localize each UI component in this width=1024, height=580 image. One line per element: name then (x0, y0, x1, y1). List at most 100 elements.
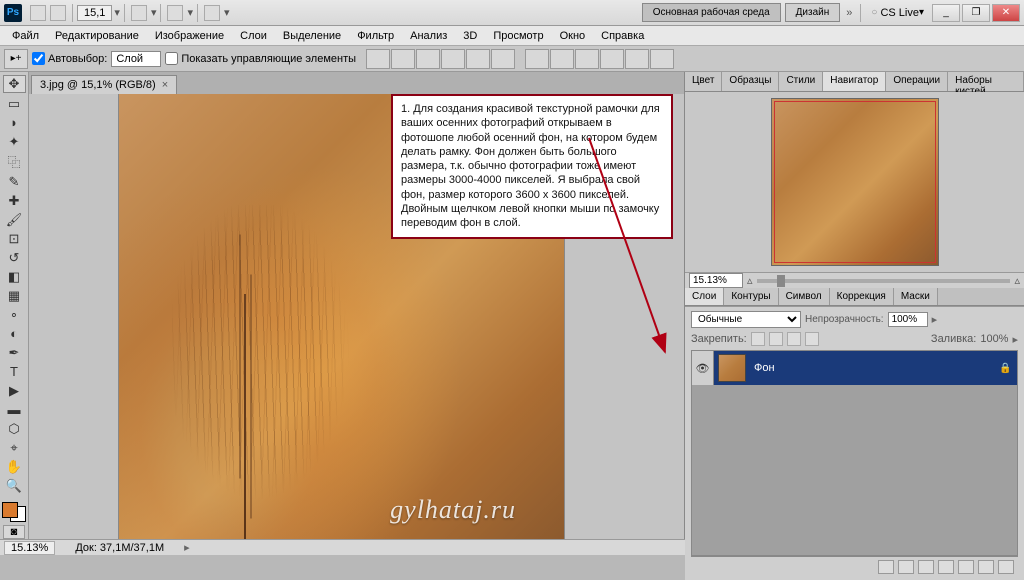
wand-tool-icon[interactable]: ✦ (3, 133, 26, 150)
workspace-main-button[interactable]: Основная рабочая среда (642, 3, 781, 22)
align-right-icon[interactable] (491, 49, 515, 69)
bridge-icon[interactable] (30, 5, 46, 21)
visibility-eye-icon[interactable]: 👁 (692, 351, 714, 385)
menu-window[interactable]: Окно (552, 28, 594, 44)
tab-info[interactable]: Символ (779, 288, 830, 305)
menu-select[interactable]: Выделение (275, 28, 349, 44)
navigator-thumbnail[interactable] (771, 98, 939, 266)
viewextras-icon[interactable] (131, 5, 147, 21)
layer-row[interactable]: 👁 Фон 🔒 (692, 351, 1017, 385)
tab-brushes[interactable]: Наборы кистей (948, 72, 1024, 91)
tab-navigator[interactable]: Навигатор (823, 72, 886, 91)
color-swatches[interactable] (2, 502, 26, 522)
fg-color-swatch[interactable] (2, 502, 18, 518)
gradient-tool-icon[interactable]: ▦ (3, 287, 26, 304)
dist-right-icon[interactable] (650, 49, 674, 69)
zoom-display[interactable]: 15,1 (77, 5, 112, 21)
tab-masks[interactable]: Маски (894, 288, 938, 305)
tab-actions[interactable]: Операции (886, 72, 948, 91)
dist-vcenter-icon[interactable] (550, 49, 574, 69)
align-vcenter-icon[interactable] (391, 49, 415, 69)
new-layer-icon[interactable] (978, 560, 994, 574)
brush-tool-icon[interactable]: 🖌 (3, 211, 26, 228)
fill-field[interactable]: 100% (980, 333, 1008, 345)
auto-select-mode-select[interactable]: Слой (111, 51, 161, 67)
chevron-down-icon[interactable]: ▾ (187, 6, 193, 19)
layer-thumbnail[interactable] (718, 354, 746, 382)
opacity-field[interactable]: 100% (888, 312, 928, 327)
menu-3d[interactable]: 3D (455, 28, 485, 44)
dist-top-icon[interactable] (525, 49, 549, 69)
heal-tool-icon[interactable]: ✚ (3, 192, 26, 209)
align-top-icon[interactable] (366, 49, 390, 69)
show-controls-check[interactable]: Показать управляющие элементы (165, 52, 356, 65)
3d-tool-icon[interactable]: ⬡ (3, 421, 26, 438)
pen-tool-icon[interactable]: ✒ (3, 344, 26, 361)
lock-transparent-icon[interactable] (751, 332, 765, 346)
3d-camera-tool-icon[interactable]: ⌖ (3, 440, 26, 457)
blur-tool-icon[interactable]: ∘ (3, 306, 26, 323)
status-zoom[interactable]: 15.13% (4, 541, 55, 555)
hand-tool-icon[interactable]: ✋ (3, 459, 26, 476)
tab-color[interactable]: Цвет (685, 72, 722, 91)
eraser-tool-icon[interactable]: ◧ (3, 268, 26, 285)
dist-bottom-icon[interactable] (575, 49, 599, 69)
type-tool-icon[interactable]: T (3, 363, 26, 380)
menu-filter[interactable]: Фильтр (349, 28, 402, 44)
zoom-in-icon[interactable]: ▵ (1014, 274, 1020, 287)
tab-adjust[interactable]: Коррекция (830, 288, 894, 305)
auto-select-check[interactable]: Автовыбор: (32, 52, 107, 65)
zoom-tool-icon[interactable]: 🔍 (3, 478, 26, 495)
move-tool-preset-icon[interactable]: ▸+ (4, 49, 28, 69)
delete-layer-icon[interactable] (998, 560, 1014, 574)
cslive-button[interactable]: CS Live ▾ (871, 7, 924, 19)
lock-pixels-icon[interactable] (769, 332, 783, 346)
maximize-button[interactable]: ❐ (962, 4, 990, 22)
stamp-tool-icon[interactable]: ⊡ (3, 230, 26, 247)
quickmask-icon[interactable]: ◙ (3, 525, 25, 539)
menu-image[interactable]: Изображение (147, 28, 232, 44)
minimize-button[interactable]: _ (932, 4, 960, 22)
shape-tool-icon[interactable]: ▬ (3, 401, 26, 418)
menu-file[interactable]: Файл (4, 28, 47, 44)
history-brush-tool-icon[interactable]: ↺ (3, 249, 26, 266)
menu-layer[interactable]: Слои (232, 28, 275, 44)
menu-edit[interactable]: Редактирование (47, 28, 147, 44)
tab-styles[interactable]: Стили (779, 72, 823, 91)
workspace-more-icon[interactable]: » (842, 7, 856, 19)
align-hcenter-icon[interactable] (466, 49, 490, 69)
navigator-zoom-slider[interactable] (757, 279, 1011, 283)
chevron-right-icon[interactable]: ▸ (184, 541, 190, 554)
dodge-tool-icon[interactable]: ◐ (3, 325, 26, 342)
zoom-out-icon[interactable]: ▵ (747, 274, 753, 287)
link-layers-icon[interactable] (878, 560, 894, 574)
layer-fx-icon[interactable] (898, 560, 914, 574)
lock-position-icon[interactable] (787, 332, 801, 346)
move-tool-icon[interactable]: ✥ (3, 75, 26, 93)
chevron-right-icon[interactable]: ▸ (932, 313, 938, 326)
dist-left-icon[interactable] (600, 49, 624, 69)
adjustment-layer-icon[interactable] (938, 560, 954, 574)
layer-group-icon[interactable] (958, 560, 974, 574)
eyedropper-tool-icon[interactable]: ✎ (3, 173, 26, 190)
chevron-down-icon[interactable]: ▾ (114, 6, 120, 19)
tab-layers[interactable]: Слои (685, 288, 724, 305)
document-tab[interactable]: 3.jpg @ 15,1% (RGB/8) × (31, 75, 177, 94)
chevron-down-icon[interactable]: ▾ (224, 6, 230, 19)
show-controls-checkbox[interactable] (165, 52, 178, 65)
crop-tool-icon[interactable]: ⿻ (3, 152, 26, 171)
tab-swatches[interactable]: Образцы (722, 72, 779, 91)
layer-name-label[interactable]: Фон (750, 362, 999, 374)
canvas-surface[interactable]: gylhataj.ru 1. Для создания красивой тек… (29, 94, 684, 539)
menu-view[interactable]: Просмотр (485, 28, 551, 44)
blend-mode-select[interactable]: Обычные (691, 311, 801, 328)
tab-paths[interactable]: Контуры (724, 288, 778, 305)
workspace-design-button[interactable]: Дизайн (785, 3, 841, 22)
close-tab-icon[interactable]: × (162, 79, 168, 91)
auto-select-checkbox[interactable] (32, 52, 45, 65)
lasso-tool-icon[interactable]: ◗ (3, 114, 26, 131)
close-button[interactable]: ✕ (992, 4, 1020, 22)
arrange-icon[interactable] (167, 5, 183, 21)
lock-icon[interactable]: 🔒 (999, 363, 1017, 374)
menu-analysis[interactable]: Анализ (402, 28, 455, 44)
